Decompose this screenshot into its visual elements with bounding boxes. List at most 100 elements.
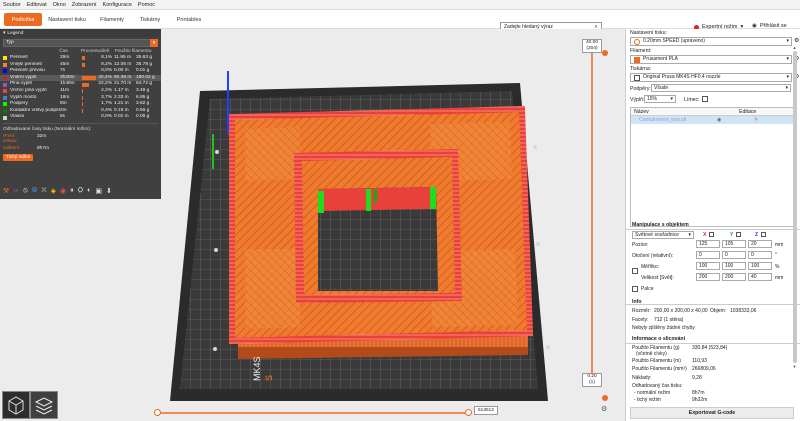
bottom-layer-count: (1) [589,380,595,385]
supports-select[interactable]: Všude ▾ [651,84,791,92]
legend-header[interactable]: ▾ Legend [0,29,161,37]
eye-icon[interactable]: ◉ [717,116,754,124]
legend-panel: ▾ Legend Typ ▾ Čas Procentuálně Použito … [0,29,161,199]
menu-view[interactable]: Zobrazení [72,2,97,8]
move-slider-left-handle[interactable] [154,409,161,416]
svg-text:MK4S: MK4S [252,356,262,381]
position-y-input[interactable]: 105 [722,240,746,248]
object-list: Název Editace Containment_tray.stl ◉ ✎ [630,107,794,227]
move-slider-right-handle[interactable] [465,409,472,416]
edit-icon[interactable]: ✎ [754,116,758,124]
legend-feature-name: Plná výplň [10,81,33,87]
legend-percent-fill [82,89,83,94]
menu-configuration[interactable]: Konfigurace [103,2,132,8]
legend-feature-time: 11m [60,87,69,93]
legend-row[interactable]: Perimetr převisu 7s 0,0% 0.00 m 0.01 g [0,68,161,75]
legend-row[interactable]: Plná výplň 1h48m 22,2% 21.70 m 64.72 g [0,81,161,88]
preview-button[interactable] [30,391,58,419]
legend-feature-percent: 1,7% [101,101,112,107]
legend-feature-percent: 0,0% [101,114,112,120]
info-facets-label: Facety: [632,317,649,323]
axis-y-reset-icon[interactable] [736,232,741,237]
legend-feature-time: 7s [60,68,66,74]
sidebar-scrollbar[interactable]: ▲ ▼ [791,45,798,370]
scale-y-input[interactable]: 100 [722,262,746,270]
custom-gcode-icon[interactable]: ⛭ [78,187,84,195]
rotation-x-input[interactable]: 0 [696,251,720,259]
legend-row[interactable]: Podpěry 8m 1,7% 1.21 m 3.62 g [0,101,161,108]
export-gcode-button[interactable]: Exportovat G-code [630,407,794,419]
scale-x-input[interactable]: 100 [696,262,720,270]
legend-percent-bar [82,82,98,87]
legend-row[interactable]: Vlasini 5s 0,0% 0.02 m 0.06 g [0,114,161,121]
info-size-value: 200,00 x 200,00 x 40,00 [654,308,708,314]
filament-mm3-label: Použito Filamentu (mm³) [632,366,687,372]
position-z-input[interactable]: 20 [748,240,772,248]
layer-slider-bottom-handle[interactable] [602,395,608,401]
size-x-input[interactable]: 200 [696,273,720,281]
lock-icon[interactable] [632,268,638,274]
layer-slider-top-handle[interactable] [602,50,608,56]
stealth-mode-value: 9h32m [692,397,708,403]
deretractions-icon[interactable]: ⦾ [32,187,38,195]
center-of-gravity-icon[interactable]: ◐ [87,187,91,195]
filament-color-swatch [634,57,640,63]
scroll-up-icon[interactable]: ▲ [791,45,798,50]
legend-row[interactable]: Vrchní plná výplň 11m 2,2% 1.17 m 3.49 g [0,88,161,95]
travel-icon[interactable]: ⚒ [3,187,9,195]
menu-edit[interactable]: Editovat [27,2,47,8]
brim-checkbox[interactable] [702,96,708,102]
scale-label: Měřítko: [641,264,660,270]
color-changes-icon[interactable]: ◉ [60,187,66,195]
scrollbar-thumb[interactable] [792,51,797,363]
tool-marker-icon[interactable]: ⬇ [106,187,112,195]
tool-changes-icon[interactable]: ◈ [51,187,56,195]
chevron-down-icon: ▾ [786,56,789,62]
settings-cog-icon[interactable]: ⚙ [601,405,607,413]
menu-window[interactable]: Okno [53,2,66,8]
size-y-input[interactable]: 200 [722,273,746,281]
menu-help[interactable]: Pomoc [138,2,155,8]
legend-percent-bar [82,116,98,120]
chevron-down-icon: ▾ [786,74,789,80]
menu-file[interactable]: Soubor [3,2,21,8]
tab-printables[interactable]: Printables [172,13,206,26]
rotation-y-input[interactable]: 0 [722,251,746,259]
scroll-down-icon[interactable]: ▼ [791,364,798,369]
coordinate-system-select[interactable]: Světové souřadnice ▾ [632,231,694,239]
legend-row[interactable]: Perimetr 39m 8,1% 11.95 m 35.63 g [0,55,161,62]
filament-g-sub: (včetně cívky) [636,351,667,357]
wipe-icon[interactable]: ✑ [13,187,19,195]
gear-icon[interactable]: ⚙ [794,38,800,44]
layer-slider-track[interactable] [589,59,595,379]
object-row[interactable]: Containment_tray.stl ◉ ✎ [631,116,793,124]
tab-printers[interactable]: Tiskárny [134,13,166,26]
3d-view-button[interactable] [2,391,30,419]
legend-swatch [3,95,7,100]
axis-x-reset-icon[interactable] [709,232,714,237]
seams-icon[interactable]: ⛌ [41,187,46,195]
rotation-unit: ° [775,252,777,258]
stealth-mode-button[interactable]: Tichý režim [3,153,34,161]
legend-swatch [3,56,7,61]
legend-feature-time: 1h48m [60,81,75,87]
infill-select[interactable]: 15% ▾ [644,95,676,103]
view-type-select[interactable]: Typ ▾ [3,39,158,47]
axis-z-reset-icon[interactable] [761,232,766,237]
normal-mode-label: - normální režim [634,390,671,396]
inches-checkbox[interactable] [632,286,638,292]
print-settings-select[interactable]: 0.20mm SPEED (upraveno) ▾ [630,37,792,46]
size-z-input[interactable]: 40 [748,273,772,281]
retractions-icon[interactable]: ⦸ [23,187,28,195]
tab-filaments[interactable]: Filamenty [95,13,129,26]
shells-icon[interactable]: ▣ [95,187,102,195]
tab-plater[interactable]: Podložka [4,13,42,26]
filament-select[interactable]: Prusament PLA ▾ [630,55,792,64]
scale-z-input[interactable]: 100 [748,262,772,270]
print-time-label: Odhadovaný čas tisku: [632,383,683,389]
rotation-z-input[interactable]: 0 [748,251,772,259]
printer-select[interactable]: Original Prusa MK4S HF0.4 nozzle ▾ [630,73,792,82]
pause-icon[interactable]: ⏸ [70,187,74,195]
tab-print-settings[interactable]: Nastavení tisku [44,13,90,26]
position-x-input[interactable]: 125 [696,240,720,248]
